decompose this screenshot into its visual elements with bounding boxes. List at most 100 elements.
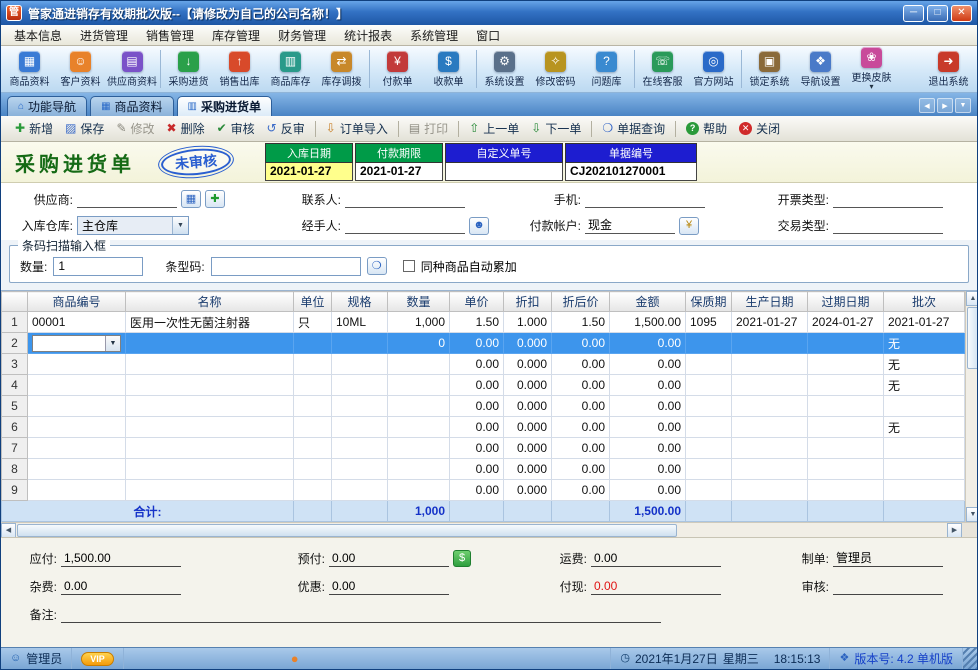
- grid-cell[interactable]: [388, 375, 450, 396]
- menu-item-5[interactable]: 财务管理: [269, 25, 335, 46]
- grid-cell[interactable]: 10ML: [332, 312, 388, 333]
- grid-cell[interactable]: 0.00: [610, 333, 686, 354]
- grid-cell[interactable]: 0.000: [504, 375, 552, 396]
- grid-cell[interactable]: 0.00: [610, 375, 686, 396]
- audit-button[interactable]: ✔审核: [211, 118, 261, 139]
- discount-value[interactable]: 0.00: [329, 578, 449, 595]
- grid-cell[interactable]: 0.000: [504, 396, 552, 417]
- help-button[interactable]: ?帮助: [680, 118, 733, 139]
- column-header[interactable]: 折后价: [552, 292, 610, 312]
- column-header[interactable]: 商品编号: [28, 292, 126, 312]
- handler-pick-button[interactable]: ☻: [469, 217, 489, 235]
- trade-type-input[interactable]: [833, 217, 943, 234]
- grid-cell[interactable]: [126, 417, 294, 438]
- grid-cell[interactable]: 0.00: [450, 333, 504, 354]
- toolbar-stock-button[interactable]: ▥商品库存: [265, 50, 316, 89]
- barcode-input[interactable]: [211, 257, 361, 276]
- cash-paid-value[interactable]: 0.00: [591, 578, 721, 595]
- grid-cell[interactable]: 1.50: [552, 312, 610, 333]
- grid-cell[interactable]: [808, 375, 884, 396]
- grid-cell[interactable]: [388, 417, 450, 438]
- row-number[interactable]: 7: [2, 438, 28, 459]
- grid-cell[interactable]: [294, 375, 332, 396]
- supplier-browse-button[interactable]: ▦: [181, 190, 201, 208]
- grid-cell[interactable]: 只: [294, 312, 332, 333]
- grid-cell[interactable]: [126, 459, 294, 480]
- column-header[interactable]: 单位: [294, 292, 332, 312]
- toolbar-settings-button[interactable]: ⚙系统设置: [479, 50, 530, 89]
- grid-cell[interactable]: [686, 375, 732, 396]
- menu-item-7[interactable]: 系统管理: [401, 25, 467, 46]
- grid-cell[interactable]: [294, 417, 332, 438]
- tab-function-nav[interactable]: ⌂功能导航: [7, 96, 87, 116]
- row-number[interactable]: 2: [2, 333, 28, 354]
- save-button[interactable]: ▨保存: [59, 118, 110, 139]
- grid-cell[interactable]: 0.00: [450, 354, 504, 375]
- column-header[interactable]: 保质期: [686, 292, 732, 312]
- menu-item-1[interactable]: 基本信息: [5, 25, 71, 46]
- grid-cell[interactable]: [332, 375, 388, 396]
- titlebar[interactable]: 管 管家通进销存有效期批次版--【请修改为自己的公司名称！】 ─ □ ✕: [1, 1, 977, 25]
- toolbar-goods-button[interactable]: ▦商品资料: [4, 50, 55, 89]
- menu-item-6[interactable]: 统计报表: [335, 25, 401, 46]
- grid-cell[interactable]: 0.00: [610, 459, 686, 480]
- grid-cell[interactable]: 0.000: [504, 459, 552, 480]
- freight-value[interactable]: 0.00: [591, 550, 721, 567]
- menu-item-8[interactable]: 窗口: [467, 25, 509, 46]
- supplier-add-button[interactable]: ✚: [205, 190, 225, 208]
- grid-cell[interactable]: [388, 396, 450, 417]
- toolbar-suppliers-button[interactable]: ▤供应商资料: [106, 50, 158, 89]
- toolbar-purchase-button[interactable]: ↓采购进货: [163, 50, 214, 89]
- grid-cell[interactable]: [28, 459, 126, 480]
- grid-cell[interactable]: [388, 459, 450, 480]
- grid-cell[interactable]: 无: [884, 375, 965, 396]
- grid-cell[interactable]: [808, 354, 884, 375]
- grid-cell[interactable]: 0.00: [610, 438, 686, 459]
- grid-cell[interactable]: 0.00: [610, 396, 686, 417]
- grid-cell[interactable]: [686, 354, 732, 375]
- column-header[interactable]: 生产日期: [732, 292, 808, 312]
- product-code-combo[interactable]: ▼: [32, 335, 121, 352]
- grid-cell[interactable]: [28, 375, 126, 396]
- column-header[interactable]: 规格: [332, 292, 388, 312]
- grid-cell[interactable]: 0.000: [504, 333, 552, 354]
- column-header[interactable]: 过期日期: [808, 292, 884, 312]
- minimize-button[interactable]: ─: [903, 5, 924, 22]
- invoice-type-input[interactable]: [833, 191, 943, 208]
- grid-cell[interactable]: [332, 396, 388, 417]
- horizontal-scroll-thumb[interactable]: [17, 524, 677, 537]
- grid-cell[interactable]: 0.000: [504, 438, 552, 459]
- grid-cell[interactable]: [808, 417, 884, 438]
- prepaid-pick-button[interactable]: $: [453, 550, 471, 567]
- grid-cell[interactable]: [732, 375, 808, 396]
- grid-cell[interactable]: 1095: [686, 312, 732, 333]
- contact-input[interactable]: [345, 191, 465, 208]
- row-number[interactable]: 8: [2, 459, 28, 480]
- toolbar-password-button[interactable]: ✧修改密码: [530, 50, 581, 89]
- handler-input[interactable]: [345, 217, 465, 234]
- grid-cell[interactable]: [294, 354, 332, 375]
- vertical-scroll-thumb[interactable]: [967, 307, 978, 369]
- print-button[interactable]: ▤打印: [403, 118, 454, 139]
- combo-dropdown-icon[interactable]: ▼: [105, 336, 120, 351]
- grid-cell[interactable]: [294, 480, 332, 501]
- pay-due-value[interactable]: 2021-01-27: [355, 163, 443, 181]
- grid-cell[interactable]: 0.000: [504, 480, 552, 501]
- column-header[interactable]: 名称: [126, 292, 294, 312]
- grid-cell[interactable]: [732, 438, 808, 459]
- in-date-value[interactable]: 2021-01-27: [265, 163, 353, 181]
- grid-cell[interactable]: 0.000: [504, 354, 552, 375]
- toolbar-lock-button[interactable]: ▣锁定系统: [744, 50, 795, 89]
- barcode-search-button[interactable]: ❍: [367, 257, 387, 275]
- grid-cell[interactable]: [126, 438, 294, 459]
- grid-cell[interactable]: 0.00: [450, 480, 504, 501]
- custom-no-value[interactable]: [445, 163, 563, 181]
- grid-cell[interactable]: [332, 459, 388, 480]
- toolbar-payment-button[interactable]: ¥付款单: [372, 50, 423, 89]
- column-header[interactable]: 批次: [884, 292, 965, 312]
- row-number[interactable]: 6: [2, 417, 28, 438]
- toolbar-faq-button[interactable]: ?问题库: [581, 50, 632, 89]
- tray-icon[interactable]: ●: [291, 653, 299, 664]
- grid-cell[interactable]: [732, 480, 808, 501]
- prepaid-value[interactable]: 0.00: [329, 550, 449, 567]
